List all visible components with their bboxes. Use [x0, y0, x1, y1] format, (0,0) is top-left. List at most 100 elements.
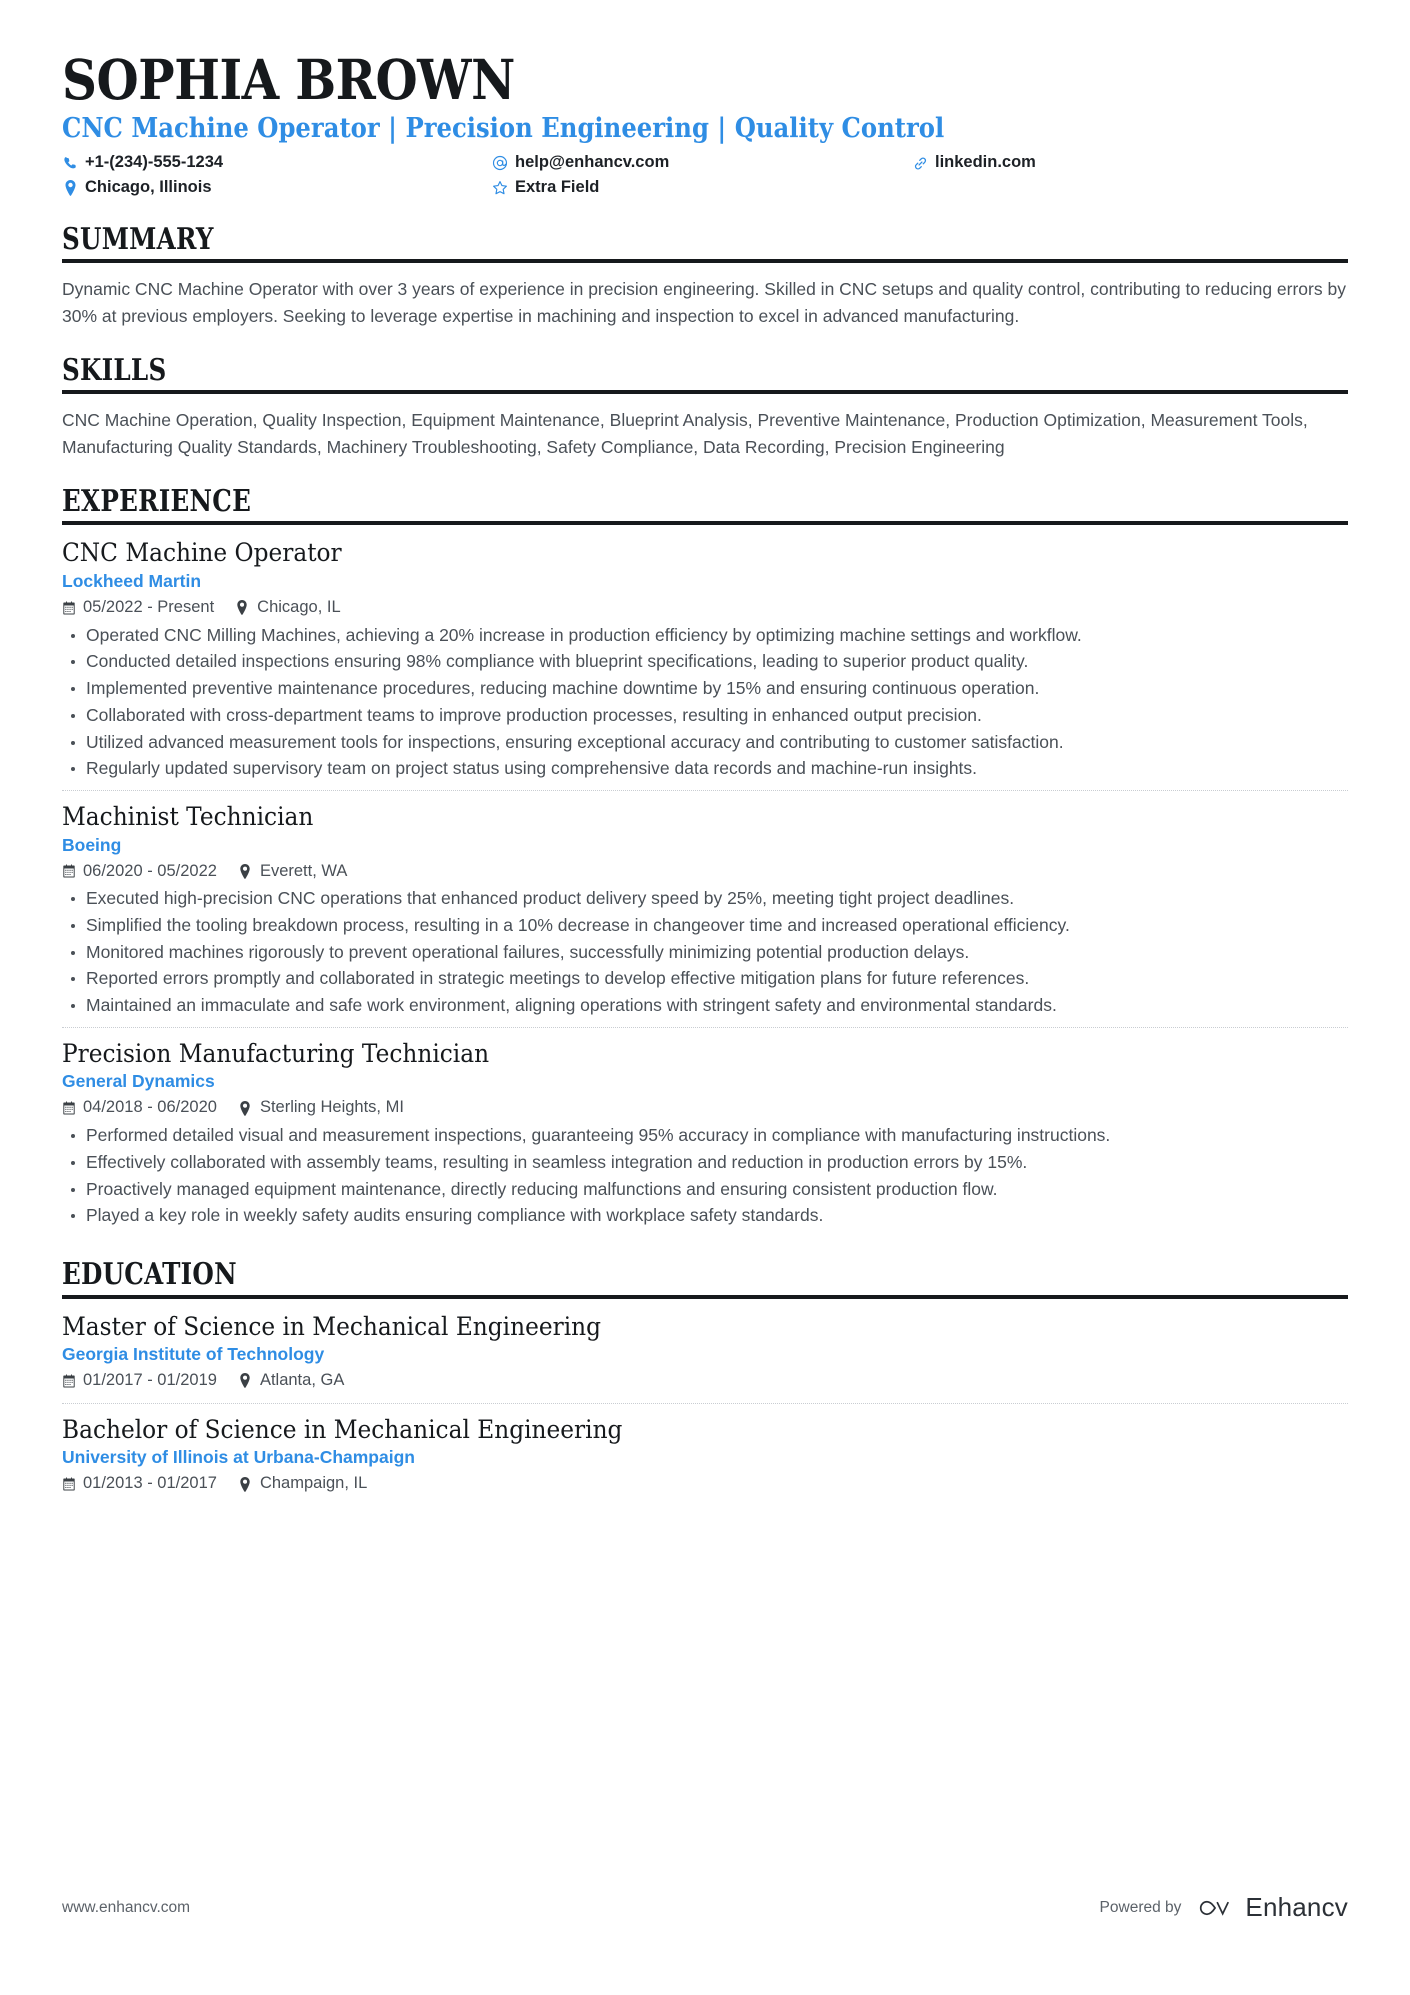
- entry-title: Master of Science in Mechanical Engineer…: [62, 1311, 602, 1341]
- entry-title: Bachelor of Science in Mechanical Engine…: [62, 1414, 623, 1444]
- calendar-icon: [63, 601, 75, 615]
- section-summary: SUMMARY Dynamic CNC Machine Operator wit…: [62, 224, 1348, 329]
- location-pin-icon: [239, 1373, 253, 1389]
- entry-meta: 04/2018 - 06/2020 Sterling Heights, MI: [62, 1098, 1348, 1118]
- experience-list: CNC Machine Operator Lockheed Martin 05/20…: [62, 538, 1348, 1237]
- contact-email[interactable]: help@enhancv.com: [492, 153, 912, 173]
- entry-title: Machinist Technician: [62, 802, 314, 832]
- email-icon: [492, 155, 508, 171]
- section-divider: [62, 521, 1348, 526]
- powered-by-label: Powered by: [1099, 1898, 1182, 1916]
- contact-linkedin[interactable]: linkedin.com: [912, 153, 1348, 173]
- entry: Bachelor of Science in Mechanical Engine…: [62, 1402, 1348, 1506]
- bullet-item: Performed detailed visual and measuremen…: [62, 1123, 1348, 1149]
- calendar-icon: [63, 864, 75, 878]
- enhancv-wordmark: Enhancv: [1245, 1892, 1348, 1922]
- entry-meta: 01/2017 - 01/2019 Atlanta, GA: [62, 1371, 1348, 1391]
- footer-branding: Powered by Enhancv: [1100, 1892, 1348, 1923]
- location-pin-icon: [239, 863, 253, 879]
- entry-location: Sterling Heights, MI: [239, 1098, 404, 1118]
- entry-location: Everett, WA: [239, 862, 347, 882]
- calendar-icon: [62, 864, 76, 878]
- calendar-icon: [63, 1101, 75, 1115]
- bullet-item: Utilized advanced measurement tools for …: [62, 730, 1348, 756]
- section-title-summary: SUMMARY: [62, 221, 214, 257]
- contact-phone-text: +1-(234)-555-1234: [85, 153, 224, 172]
- entry-dates-text: 06/2020 - 05/2022: [83, 861, 217, 880]
- entry-meta: 06/2020 - 05/2022 Everett, WA: [62, 862, 1348, 882]
- entry: Machinist Technician Boeing 06/2020 - 05/2…: [62, 790, 1348, 1027]
- bullet-item: Executed high-precision CNC operations t…: [62, 886, 1348, 912]
- entry-dates: 05/2022 - Present: [62, 598, 214, 618]
- contact-details: +1-(234)-555-1234 help@enhancv.com linke…: [62, 153, 1348, 198]
- entry-organization[interactable]: Georgia Institute of Technology: [62, 1344, 1348, 1365]
- bullet-item: Reported errors promptly and collaborate…: [62, 966, 1348, 992]
- contact-location-text: Chicago, Illinois: [85, 178, 212, 197]
- entry-organization[interactable]: Boeing: [62, 835, 1348, 856]
- entry-organization[interactable]: General Dynamics: [62, 1071, 1348, 1092]
- calendar-icon: [62, 601, 76, 615]
- bullet-item: Collaborated with cross-department teams…: [62, 703, 1348, 729]
- link-icon: [912, 156, 928, 171]
- entry-bullets: Operated CNC Milling Machines, achieving…: [62, 623, 1348, 782]
- entry-meta: 05/2022 - Present Chicago, IL: [62, 598, 1348, 618]
- contact-location[interactable]: Chicago, Illinois: [62, 178, 492, 198]
- phone-icon: [62, 156, 78, 171]
- bullet-item: Implemented preventive maintenance proce…: [62, 676, 1348, 702]
- entry-location: Atlanta, GA: [239, 1371, 344, 1391]
- calendar-icon: [63, 1477, 75, 1491]
- bullet-item: Played a key role in weekly safety audit…: [62, 1203, 1348, 1229]
- entry: Precision Manufacturing Technician Genera…: [62, 1026, 1348, 1237]
- bullet-item: Operated CNC Milling Machines, achieving…: [62, 623, 1348, 649]
- entry-location-text: Atlanta, GA: [259, 1371, 345, 1390]
- summary-text: Dynamic CNC Machine Operator with over 3…: [62, 279, 1346, 326]
- entry-organization[interactable]: Lockheed Martin: [62, 571, 1348, 592]
- bullet-item: Effectively collaborated with assembly t…: [62, 1150, 1348, 1176]
- location-pin-icon: [62, 180, 78, 196]
- location-pin-icon: [240, 1373, 250, 1389]
- footer-url[interactable]: www.enhancv.com: [62, 1899, 190, 1917]
- entry-location-text: Champaign, IL: [259, 1474, 368, 1493]
- resume-page: SOPHIA BROWN CNC Machine Operator | Prec…: [0, 0, 1410, 1995]
- bullet-item: Proactively managed equipment maintenanc…: [62, 1177, 1348, 1203]
- entry-location-text: Everett, WA: [259, 861, 348, 880]
- section-title-experience: EXPERIENCE: [62, 483, 252, 519]
- contact-phone[interactable]: +1-(234)-555-1234: [62, 153, 492, 173]
- resume-header: SOPHIA BROWN CNC Machine Operator | Prec…: [62, 51, 1348, 198]
- candidate-headline: CNC Machine Operator | Precision Enginee…: [62, 113, 945, 145]
- calendar-icon: [62, 1374, 76, 1388]
- location-pin-icon: [239, 1100, 253, 1116]
- entry-bullets: Performed detailed visual and measuremen…: [62, 1123, 1348, 1229]
- section-divider: [62, 259, 1348, 264]
- bullet-item: Conducted detailed inspections ensuring …: [62, 649, 1348, 675]
- entry-location-text: Chicago, IL: [257, 597, 341, 616]
- bullet-item: Simplified the tooling breakdown process…: [62, 913, 1348, 939]
- contact-extra-field[interactable]: Extra Field: [492, 178, 912, 198]
- section-title-skills: SKILLS: [62, 352, 167, 388]
- location-pin-icon: [236, 600, 250, 616]
- star-icon: [492, 180, 508, 196]
- entry-organization[interactable]: University of Illinois at Urbana-Champai…: [62, 1447, 1348, 1468]
- location-pin-icon: [237, 600, 247, 616]
- entry-dates-text: 04/2018 - 06/2020: [83, 1098, 217, 1117]
- entry-dates: 04/2018 - 06/2020: [62, 1098, 217, 1118]
- calendar-icon: [62, 1101, 76, 1115]
- calendar-icon: [63, 1374, 75, 1388]
- contact-email-text: help@enhancv.com: [515, 153, 670, 172]
- entry-location-text: Sterling Heights, MI: [259, 1098, 404, 1117]
- location-pin-icon: [240, 1476, 250, 1492]
- entry-title: CNC Machine Operator: [62, 538, 342, 568]
- location-pin-icon: [240, 863, 250, 879]
- contact-linkedin-text: linkedin.com: [935, 153, 1036, 172]
- calendar-icon: [62, 1477, 76, 1491]
- infinity-icon: [1200, 1900, 1230, 1916]
- page-footer: www.enhancv.com Powered by Enhancv: [62, 1892, 1348, 1923]
- entry: Master of Science in Mechanical Engineer…: [62, 1312, 1348, 1403]
- section-title-education: EDUCATION: [62, 1257, 237, 1293]
- entry-dates: 01/2017 - 01/2019: [62, 1371, 217, 1391]
- bullet-item: Regularly updated supervisory team on pr…: [62, 756, 1348, 782]
- entry: CNC Machine Operator Lockheed Martin 05/20…: [62, 538, 1348, 790]
- section-divider: [62, 1294, 1348, 1299]
- contact-extra-field-text: Extra Field: [515, 178, 600, 197]
- entry-dates-text: 01/2017 - 01/2019: [83, 1371, 217, 1390]
